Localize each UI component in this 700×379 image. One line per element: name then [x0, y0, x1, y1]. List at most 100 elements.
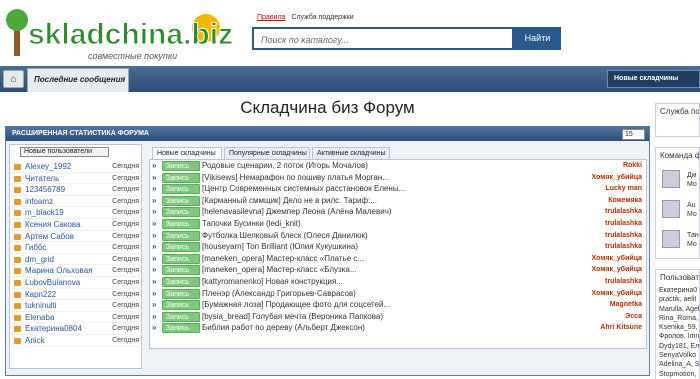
topic-title-link[interactable]: Библия работ по дереву (Альберт Джексон)	[202, 322, 365, 334]
double-arrow-icon[interactable]: »	[152, 264, 156, 276]
topic-author[interactable]: Lucky man	[605, 183, 642, 195]
topic-author[interactable]: trulalashka	[605, 276, 642, 288]
topic-title-link[interactable]: Пленэр (Александр Григорьев-Саврасов)	[202, 288, 356, 300]
support-link[interactable]: Служба поддержки	[291, 14, 353, 21]
avatar[interactable]	[662, 170, 680, 188]
online-user[interactable]: Ksenika_59,	[656, 323, 699, 332]
user-date: Сегодня	[112, 174, 139, 182]
topic-title-link[interactable]: [maneken_opera] Мастер-класс «Платье с..…	[202, 253, 364, 265]
user-name[interactable]: infoamz	[25, 196, 53, 208]
topic-title-link[interactable]: [houseyarn] Топ Brilliant (Юлия Кукушкин…	[202, 241, 358, 253]
team-member-name[interactable]: Тан	[687, 232, 699, 239]
tab-active-pools[interactable]: Активные складчины	[312, 147, 390, 159]
user-name[interactable]: Гиббс	[25, 242, 46, 254]
user-name[interactable]: Ксения Сакова	[25, 219, 81, 231]
topic-author[interactable]: Хомяк_убийца	[591, 264, 642, 276]
user-name[interactable]: 123456789	[25, 184, 65, 196]
topic-title-link[interactable]: [helenavasilevna] Джемпер Леона (Алёна М…	[202, 206, 392, 218]
feed-icon	[14, 326, 21, 333]
count-select[interactable]: 15	[622, 129, 645, 140]
feed-icon	[14, 210, 21, 217]
double-arrow-icon[interactable]: »	[152, 230, 156, 242]
tab-latest-posts[interactable]: Последние сообщения	[27, 68, 129, 92]
topic-author[interactable]: Magnetka	[610, 299, 642, 311]
double-arrow-icon[interactable]: »	[152, 241, 156, 253]
topic-author[interactable]: Ahri Kitsune	[600, 322, 642, 334]
online-user[interactable]: Фролов, Imn	[656, 332, 699, 341]
topic-author[interactable]: trulalashka	[605, 218, 642, 230]
topic-title-link[interactable]: Тапочки Бусинки (ledi_knit)	[202, 218, 301, 230]
double-arrow-icon[interactable]: »	[152, 218, 156, 230]
online-user[interactable]: practik, aelit	[656, 295, 699, 304]
double-arrow-icon[interactable]: »	[152, 183, 156, 195]
user-name[interactable]: Екатерина0804	[25, 323, 82, 335]
user-name[interactable]: Карп222	[25, 289, 56, 301]
search-button[interactable]: Найти	[514, 27, 561, 50]
user-row: LubovBulanova Сегодня	[11, 277, 142, 289]
online-user[interactable]: Adelina_A, S	[656, 360, 699, 369]
users-filter-select[interactable]: Новые пользователи	[20, 147, 109, 157]
topic-title-link[interactable]: Футболка Шелковый блеск (Олеся Данилюк)	[202, 230, 368, 242]
tab-new-pools[interactable]: Новые складчины	[152, 147, 222, 159]
double-arrow-icon[interactable]: »	[152, 322, 156, 334]
online-user[interactable]: Rina_Roma,	[656, 314, 699, 323]
new-pools-button[interactable]: Новые складчины	[607, 70, 700, 88]
rules-link[interactable]: Правила	[257, 14, 285, 21]
tab-popular-pools[interactable]: Популярные складчины	[224, 147, 310, 159]
topic-author[interactable]: trulalashka	[605, 230, 642, 242]
page-title: Складчина биз Форум	[240, 98, 415, 117]
site-logo[interactable]: skladchina.biz совместные покупки	[6, 8, 234, 62]
double-arrow-icon[interactable]: »	[152, 206, 156, 218]
avatar[interactable]	[662, 200, 680, 218]
avatar[interactable]	[662, 230, 680, 248]
double-arrow-icon[interactable]: »	[152, 311, 156, 323]
online-user[interactable]: Dydy181, Ел	[656, 342, 699, 351]
double-arrow-icon[interactable]: »	[152, 160, 156, 172]
topic-author[interactable]: Rokki	[623, 160, 642, 172]
user-name[interactable]: Читатель	[25, 173, 59, 185]
team-member-name[interactable]: Au	[687, 202, 696, 209]
topic-author[interactable]: trulalashka	[605, 241, 642, 253]
topic-title-link[interactable]: Родовые сценарии, 2 поток (Игорь Мочалов…	[202, 160, 368, 172]
user-name[interactable]: Alexey_1992	[25, 161, 71, 173]
user-name[interactable]: Марина Ольховая	[25, 265, 92, 277]
user-name[interactable]: LubovBulanova	[25, 277, 80, 289]
user-name[interactable]: Anick	[25, 335, 45, 347]
topic-row: » Запись [maneken_opera] Мастер-класс «Пла…	[150, 253, 646, 265]
online-user[interactable]: Stopmotion,	[656, 370, 699, 379]
user-row: 123456789 Сегодня	[11, 184, 142, 196]
topic-author[interactable]: Хомяк_убийца	[591, 288, 642, 300]
user-name[interactable]: tukninulti	[25, 300, 57, 312]
search-input[interactable]: Поиск по каталогу...	[252, 27, 514, 50]
user-name[interactable]: dm_grid	[25, 254, 54, 266]
double-arrow-icon[interactable]: »	[152, 195, 156, 207]
home-icon[interactable]: ⌂	[3, 70, 24, 88]
double-arrow-icon[interactable]: »	[152, 276, 156, 288]
topic-author[interactable]: Эсса	[625, 311, 642, 323]
topic-author[interactable]: Хомяк_убийца	[591, 172, 642, 184]
double-arrow-icon[interactable]: »	[152, 253, 156, 265]
online-user[interactable]: SenyaVolko	[656, 351, 699, 360]
online-user[interactable]: Екатерина0	[656, 286, 699, 295]
status-badge: Запись	[162, 276, 200, 287]
double-arrow-icon[interactable]: »	[152, 299, 156, 311]
online-user[interactable]: Marulla, Agel	[656, 305, 699, 314]
topic-title-link[interactable]: [maneken_opera] Мастер-класс «Блузка...	[202, 264, 357, 276]
double-arrow-icon[interactable]: »	[152, 172, 156, 184]
topic-author[interactable]: Хомяк_убийца	[591, 253, 642, 265]
topic-title-link[interactable]: [bysia_bread] Голубая мечта (Вероника Па…	[202, 311, 383, 323]
topic-author[interactable]: trulalashka	[605, 206, 642, 218]
topic-author[interactable]: Кожемяка	[608, 195, 642, 207]
user-name[interactable]: m_black19	[25, 207, 64, 219]
team-member-name[interactable]: Дм	[687, 172, 697, 179]
user-date: Сегодня	[112, 197, 139, 205]
user-date: Сегодня	[112, 278, 139, 286]
topic-title-link[interactable]: [Vikisews] Немарафон по пошиву платья Мо…	[202, 172, 389, 184]
user-name[interactable]: Артем Сабов	[25, 231, 74, 243]
double-arrow-icon[interactable]: »	[152, 288, 156, 300]
user-name[interactable]: Elenaba	[25, 312, 54, 324]
topic-title-link[interactable]: [Центр Современных системных расстановок…	[202, 183, 405, 195]
topic-title-link[interactable]: [kattyromanenko] Новая конструкция...	[202, 276, 343, 288]
topic-title-link[interactable]: [Бумажная лоза] Продающее фото для соцсе…	[202, 299, 390, 311]
topic-title-link[interactable]: [Карманный сммщик] Дело не в рилс. Тариф…	[202, 195, 377, 207]
